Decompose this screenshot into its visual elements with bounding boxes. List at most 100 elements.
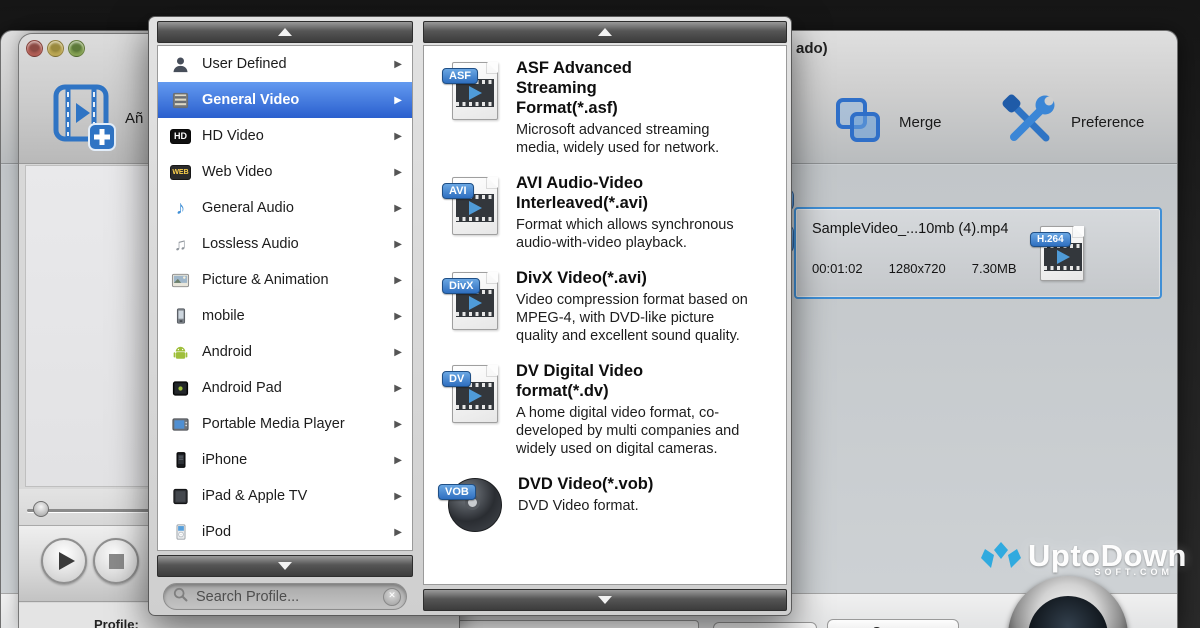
submenu-arrow-icon: ▶: [394, 419, 402, 430]
zoom-button[interactable]: [68, 40, 85, 57]
settings-button[interactable]: Settings: [713, 622, 817, 628]
menu-item-portable-media-player[interactable]: Portable Media Player ▶: [158, 406, 412, 442]
submenu-arrow-icon: ▶: [394, 203, 402, 214]
music-note-icon: ♪: [170, 199, 191, 218]
stop-button[interactable]: [93, 538, 139, 584]
submenu-arrow-icon: ▶: [394, 95, 402, 106]
merge-icon: [831, 93, 885, 152]
menu-item-iphone[interactable]: iPhone▶: [158, 442, 412, 478]
file-icon: DV: [452, 365, 498, 423]
arrow-down-icon: [598, 596, 612, 604]
arrow-up-icon: [598, 28, 612, 36]
mobile-phone-icon: [170, 307, 191, 325]
menu-item-android-pad[interactable]: Android Pad▶: [158, 370, 412, 406]
search-profile-box: [163, 583, 407, 610]
picture-icon: [170, 271, 191, 290]
format-title: DV Digital Video format(*.dv): [516, 361, 701, 401]
file-metadata: 00:01:02 1280x720 7.30MB: [812, 261, 1017, 276]
menu-item-user-defined[interactable]: User Defined▶: [158, 46, 412, 82]
uptodown-logo-icon: [980, 540, 1022, 581]
category-scroll-down-button[interactable]: [157, 555, 413, 577]
submenu-arrow-icon: ▶: [394, 311, 402, 322]
seek-slider-knob[interactable]: [33, 501, 49, 517]
menu-item-picture-animation[interactable]: Picture & Animation ▶: [158, 262, 412, 298]
arrow-up-icon: [278, 28, 292, 36]
minimize-button[interactable]: [47, 40, 64, 57]
submenu-arrow-icon: ▶: [394, 131, 402, 142]
format-description: DVD Video format.: [518, 497, 653, 515]
web-icon: WEB: [170, 165, 191, 180]
file-row-selected[interactable]: SampleVideo_...10mb (4).mp4 00:01:02 128…: [794, 207, 1162, 299]
menu-item-label: General Audio: [202, 200, 294, 216]
format-list: ASFASF Advanced Streaming Format(*.asf)M…: [423, 45, 787, 585]
category-scroll-up-button[interactable]: [157, 21, 413, 43]
format-asf[interactable]: ASFASF Advanced Streaming Format(*.asf)M…: [424, 50, 786, 165]
file-name: SampleVideo_...10mb (4).mp4: [812, 221, 1008, 237]
menu-item-hd-video[interactable]: HD HD Video ▶: [158, 118, 412, 154]
format-title: DivX Video(*.avi): [516, 268, 701, 288]
format-avi[interactable]: AVIAVI Audio-Video Interleaved(*.avi)For…: [424, 165, 786, 260]
uptodown-watermark: UptoDown SOFT.COM: [980, 540, 1187, 581]
file-icon: AVI: [452, 177, 498, 235]
filmstrip-icon: [1044, 243, 1082, 271]
menu-item-lossless-audio[interactable]: ♫Lossless Audio▶: [158, 226, 412, 262]
menu-item-label: Android: [202, 344, 252, 360]
merge-button-label: Merge: [899, 114, 942, 131]
profile-label-fragment: Profile:: [94, 617, 139, 628]
add-video-icon: [49, 141, 119, 158]
menu-item-general-video[interactable]: General Video▶: [158, 82, 412, 118]
submenu-arrow-icon: ▶: [394, 275, 402, 286]
preference-button[interactable]: Preference: [999, 91, 1144, 154]
submenu-arrow-icon: ▶: [394, 59, 402, 70]
format-scroll-down-button[interactable]: [423, 589, 787, 611]
menu-item-label: iPod: [202, 524, 231, 540]
search-profile-input[interactable]: [194, 588, 377, 606]
format-scroll-up-button[interactable]: [423, 21, 787, 43]
format-divx[interactable]: DivX DivX Video(*.avi) Video compression f…: [424, 260, 786, 353]
menu-item-label: Portable Media Player: [202, 416, 345, 432]
close-button[interactable]: [26, 40, 43, 57]
menu-item-label: Android Pad: [202, 380, 282, 396]
add-label-fragment: Añ: [125, 110, 143, 127]
knob-center: [1028, 596, 1108, 628]
menu-item-ipod[interactable]: iPod▶: [158, 514, 412, 550]
open-folder-button[interactable]: Open...: [827, 619, 959, 628]
format-dv[interactable]: DV DV Digital Video format(*.dv)A home di…: [424, 353, 786, 466]
film-icon: [170, 91, 191, 110]
clear-search-icon[interactable]: [383, 588, 401, 606]
submenu-arrow-icon: ▶: [394, 167, 402, 178]
menu-item-label: iPad & Apple TV: [202, 488, 307, 504]
format-title: AVI Audio-Video Interleaved(*.avi): [516, 173, 701, 213]
menu-item-general-audio[interactable]: ♪ General Audio ▶: [158, 190, 412, 226]
menu-item-ipad-apple-tv[interactable]: iPad & Apple TV ▶: [158, 478, 412, 514]
submenu-arrow-icon: ▶: [394, 347, 402, 358]
file-resolution: 1280x720: [889, 261, 946, 276]
menu-item-label: iPhone: [202, 452, 247, 468]
submenu-arrow-icon: ▶: [394, 239, 402, 250]
format-title: ASF Advanced Streaming Format(*.asf): [516, 58, 701, 118]
submenu-arrow-icon: ▶: [394, 491, 402, 502]
format-vob[interactable]: VOBDVD Video(*.vob)DVD Video format.: [424, 466, 786, 540]
file-icon: DivX: [452, 272, 498, 330]
add-video-button[interactable]: [49, 80, 119, 159]
android-pad-icon: [170, 379, 191, 398]
format-description: Video compression format based on MPEG-4…: [516, 291, 756, 345]
format-description: A home digital video format, co-develope…: [516, 404, 756, 458]
merge-button[interactable]: Merge: [831, 93, 942, 152]
menu-item-mobile[interactable]: mobile▶: [158, 298, 412, 334]
search-icon: [173, 587, 188, 607]
android-icon: [170, 343, 191, 362]
play-button[interactable]: [41, 538, 87, 584]
menu-item-android[interactable]: Android ▶: [158, 334, 412, 370]
app-screenshot: ado) Merge: [0, 0, 1200, 628]
iphone-icon: [170, 451, 191, 469]
window-title-fragment: ado): [796, 40, 828, 57]
menu-item-web-video[interactable]: WEBWeb Video▶: [158, 154, 412, 190]
menu-item-label: Picture & Animation: [202, 272, 329, 288]
play-icon: [59, 552, 75, 570]
stop-icon: [109, 554, 124, 569]
codec-badge: H.264: [1030, 232, 1071, 247]
hd-icon: HD: [170, 129, 191, 144]
preference-icon: [999, 91, 1057, 154]
menu-item-label: HD Video: [202, 128, 264, 144]
